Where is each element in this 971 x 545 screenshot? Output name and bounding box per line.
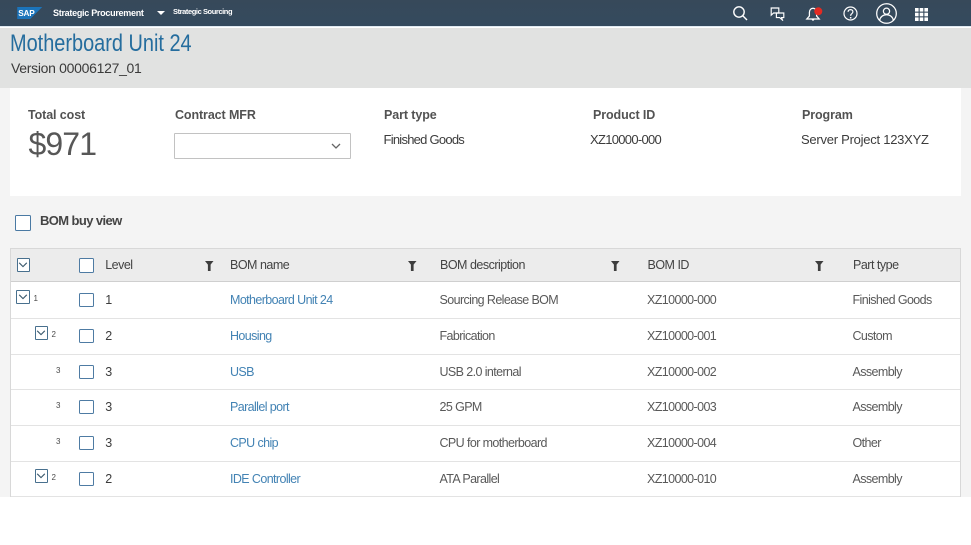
svg-text:SAP: SAP bbox=[18, 9, 35, 18]
